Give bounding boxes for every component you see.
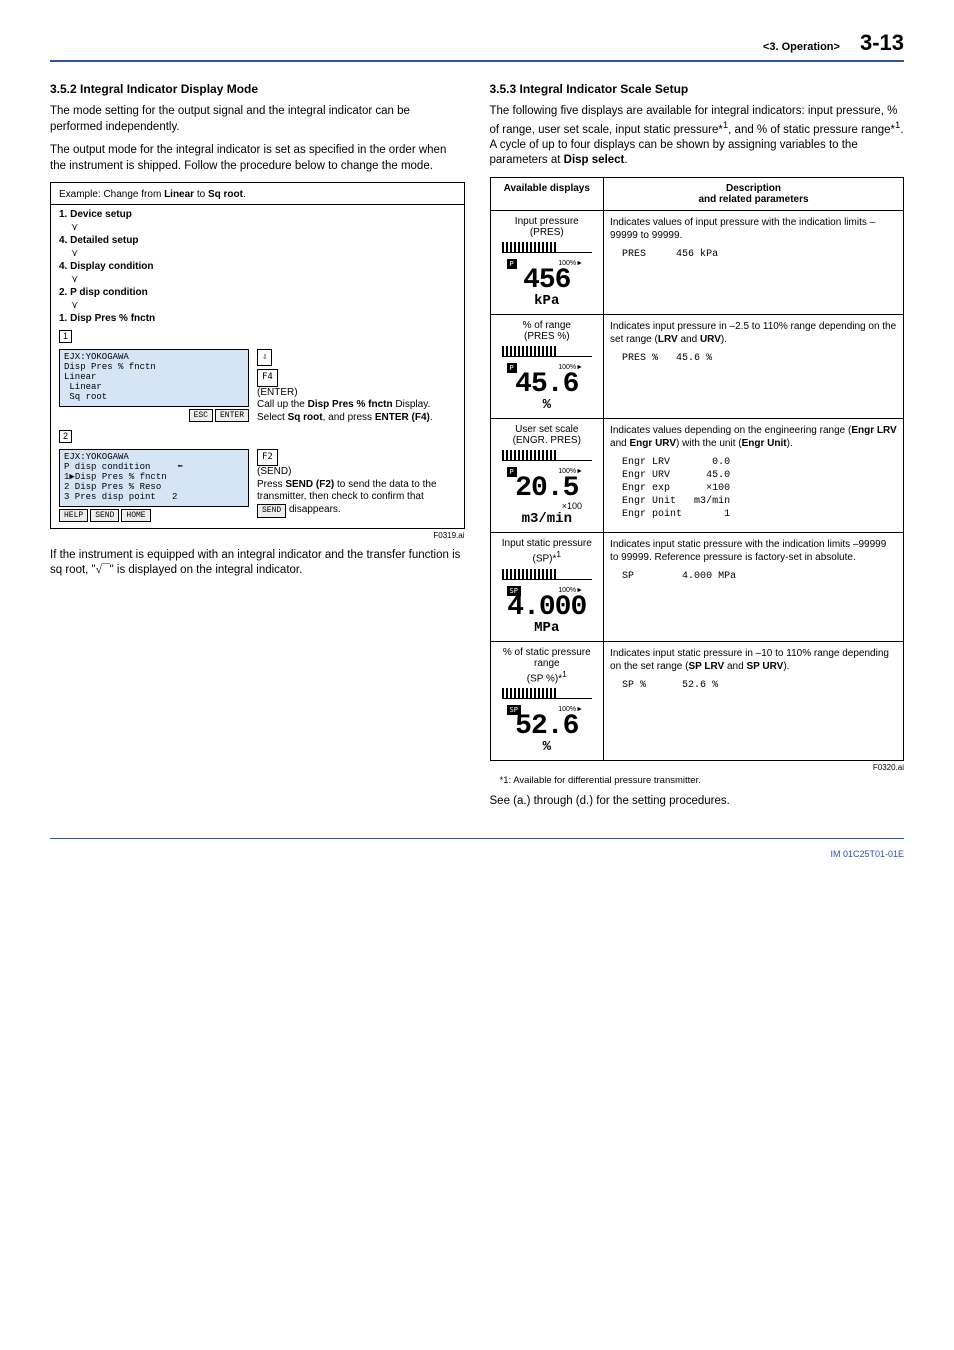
step-1: 1. Device setup — [59, 209, 456, 220]
display-cell: Input static pressure(SP)*1SP100%►4.000M… — [490, 533, 604, 642]
figure-ref-2: F0320.ai — [490, 763, 905, 772]
hint-send: (SEND) — [257, 466, 456, 479]
send-key-inline: SEND — [257, 504, 286, 518]
display-cell: User set scale(ENGR. PRES)P100%►20.5×100… — [490, 419, 604, 533]
header-chapter: <3. Operation> — [763, 41, 840, 53]
para-right-1: The following five displays are availabl… — [490, 104, 905, 169]
description-cell: Indicates values of input pressure with … — [604, 210, 904, 314]
footer-docnum: IM 01C25T01-01E — [830, 849, 904, 859]
step-4b: 4. Display condition — [59, 261, 456, 272]
f2-key-icon: F2 — [257, 449, 278, 466]
para-right-2: See (a.) through (d.) for the setting pr… — [490, 794, 905, 810]
section-heading-352: 3.5.2 Integral Indicator Display Mode — [50, 82, 465, 96]
sqrt-icon: √‾‾ — [96, 564, 110, 576]
callout-2: 2 — [59, 430, 72, 443]
hint-text-1: Call up the Disp Pres % fnctn Display. S… — [257, 399, 456, 424]
hint-text-2: Press SEND (F2) to send the data to the … — [257, 479, 456, 518]
table-row: User set scale(ENGR. PRES)P100%►20.5×100… — [490, 419, 904, 533]
f4-key-icon: F4 — [257, 369, 278, 386]
arrow-icon: ⋎ — [71, 300, 456, 311]
figure-ref-1: F0319.ai — [50, 531, 465, 540]
th-description: Descriptionand related parameters — [604, 177, 904, 210]
th-available: Available displays — [490, 177, 604, 210]
para-left-3: If the instrument is equipped with an in… — [50, 548, 465, 579]
table-row: % of range(PRES %)P100%►45.6%Indicates i… — [490, 315, 904, 419]
arrow-icon: ⋎ — [71, 274, 456, 285]
display-cell: Input pressure(PRES)P100%►456kPa — [490, 210, 604, 314]
table-row: Input static pressure(SP)*1SP100%►4.000M… — [490, 533, 904, 642]
help-key: HELP — [59, 509, 88, 522]
step-1b: 1. Disp Pres % fnctn — [59, 313, 456, 324]
hint-enter: (ENTER) — [257, 387, 456, 400]
display-cell: % of static pressure range(SP %)*1SP100%… — [490, 641, 604, 761]
example-caption: Example: Change from Linear to Sq root. — [59, 189, 456, 200]
para-left-2: The output mode for the integral indicat… — [50, 143, 465, 174]
callout-1: 1 — [59, 330, 72, 343]
step-2: 2. P disp condition — [59, 287, 456, 298]
send-key: SEND — [90, 509, 119, 522]
description-cell: Indicates values depending on the engine… — [604, 419, 904, 533]
description-cell: Indicates input pressure in –2.5 to 110%… — [604, 315, 904, 419]
para-left-1: The mode setting for the output signal a… — [50, 104, 465, 135]
enter-key: ENTER — [215, 409, 249, 422]
description-cell: Indicates input static pressure in –10 t… — [604, 641, 904, 761]
header-rule — [50, 60, 904, 62]
example-figure: Example: Change from Linear to Sq root. … — [50, 182, 465, 528]
table-row: % of static pressure range(SP %)*1SP100%… — [490, 641, 904, 761]
lcd-screen-2: EJX:YOKOGAWA P disp condition ⬅ 1▶Disp P… — [59, 449, 249, 506]
lcd-screen-1: EJX:YOKOGAWA Disp Pres % fnctn Linear Li… — [59, 349, 249, 406]
display-cell: % of range(PRES %)P100%►45.6% — [490, 315, 604, 419]
right-column: 3.5.3 Integral Indicator Scale Setup The… — [490, 77, 905, 818]
left-column: 3.5.2 Integral Indicator Display Mode Th… — [50, 77, 465, 818]
section-heading-353: 3.5.3 Integral Indicator Scale Setup — [490, 82, 905, 96]
footnote-1: *1: Available for differential pressure … — [500, 775, 905, 786]
arrow-icon: ⋎ — [71, 248, 456, 259]
esc-key: ESC — [189, 409, 213, 422]
step-4a: 4. Detailed setup — [59, 235, 456, 246]
table-row: Input pressure(PRES)P100%►456kPaIndicate… — [490, 210, 904, 314]
header-page: 3-13 — [860, 30, 904, 56]
description-cell: Indicates input static pressure with the… — [604, 533, 904, 642]
displays-table: Available displays Descriptionand relate… — [490, 177, 905, 762]
home-key: HOME — [121, 509, 150, 522]
arrow-icon: ⋎ — [71, 222, 456, 233]
down-arrow-icon: ⇩ — [257, 349, 272, 366]
